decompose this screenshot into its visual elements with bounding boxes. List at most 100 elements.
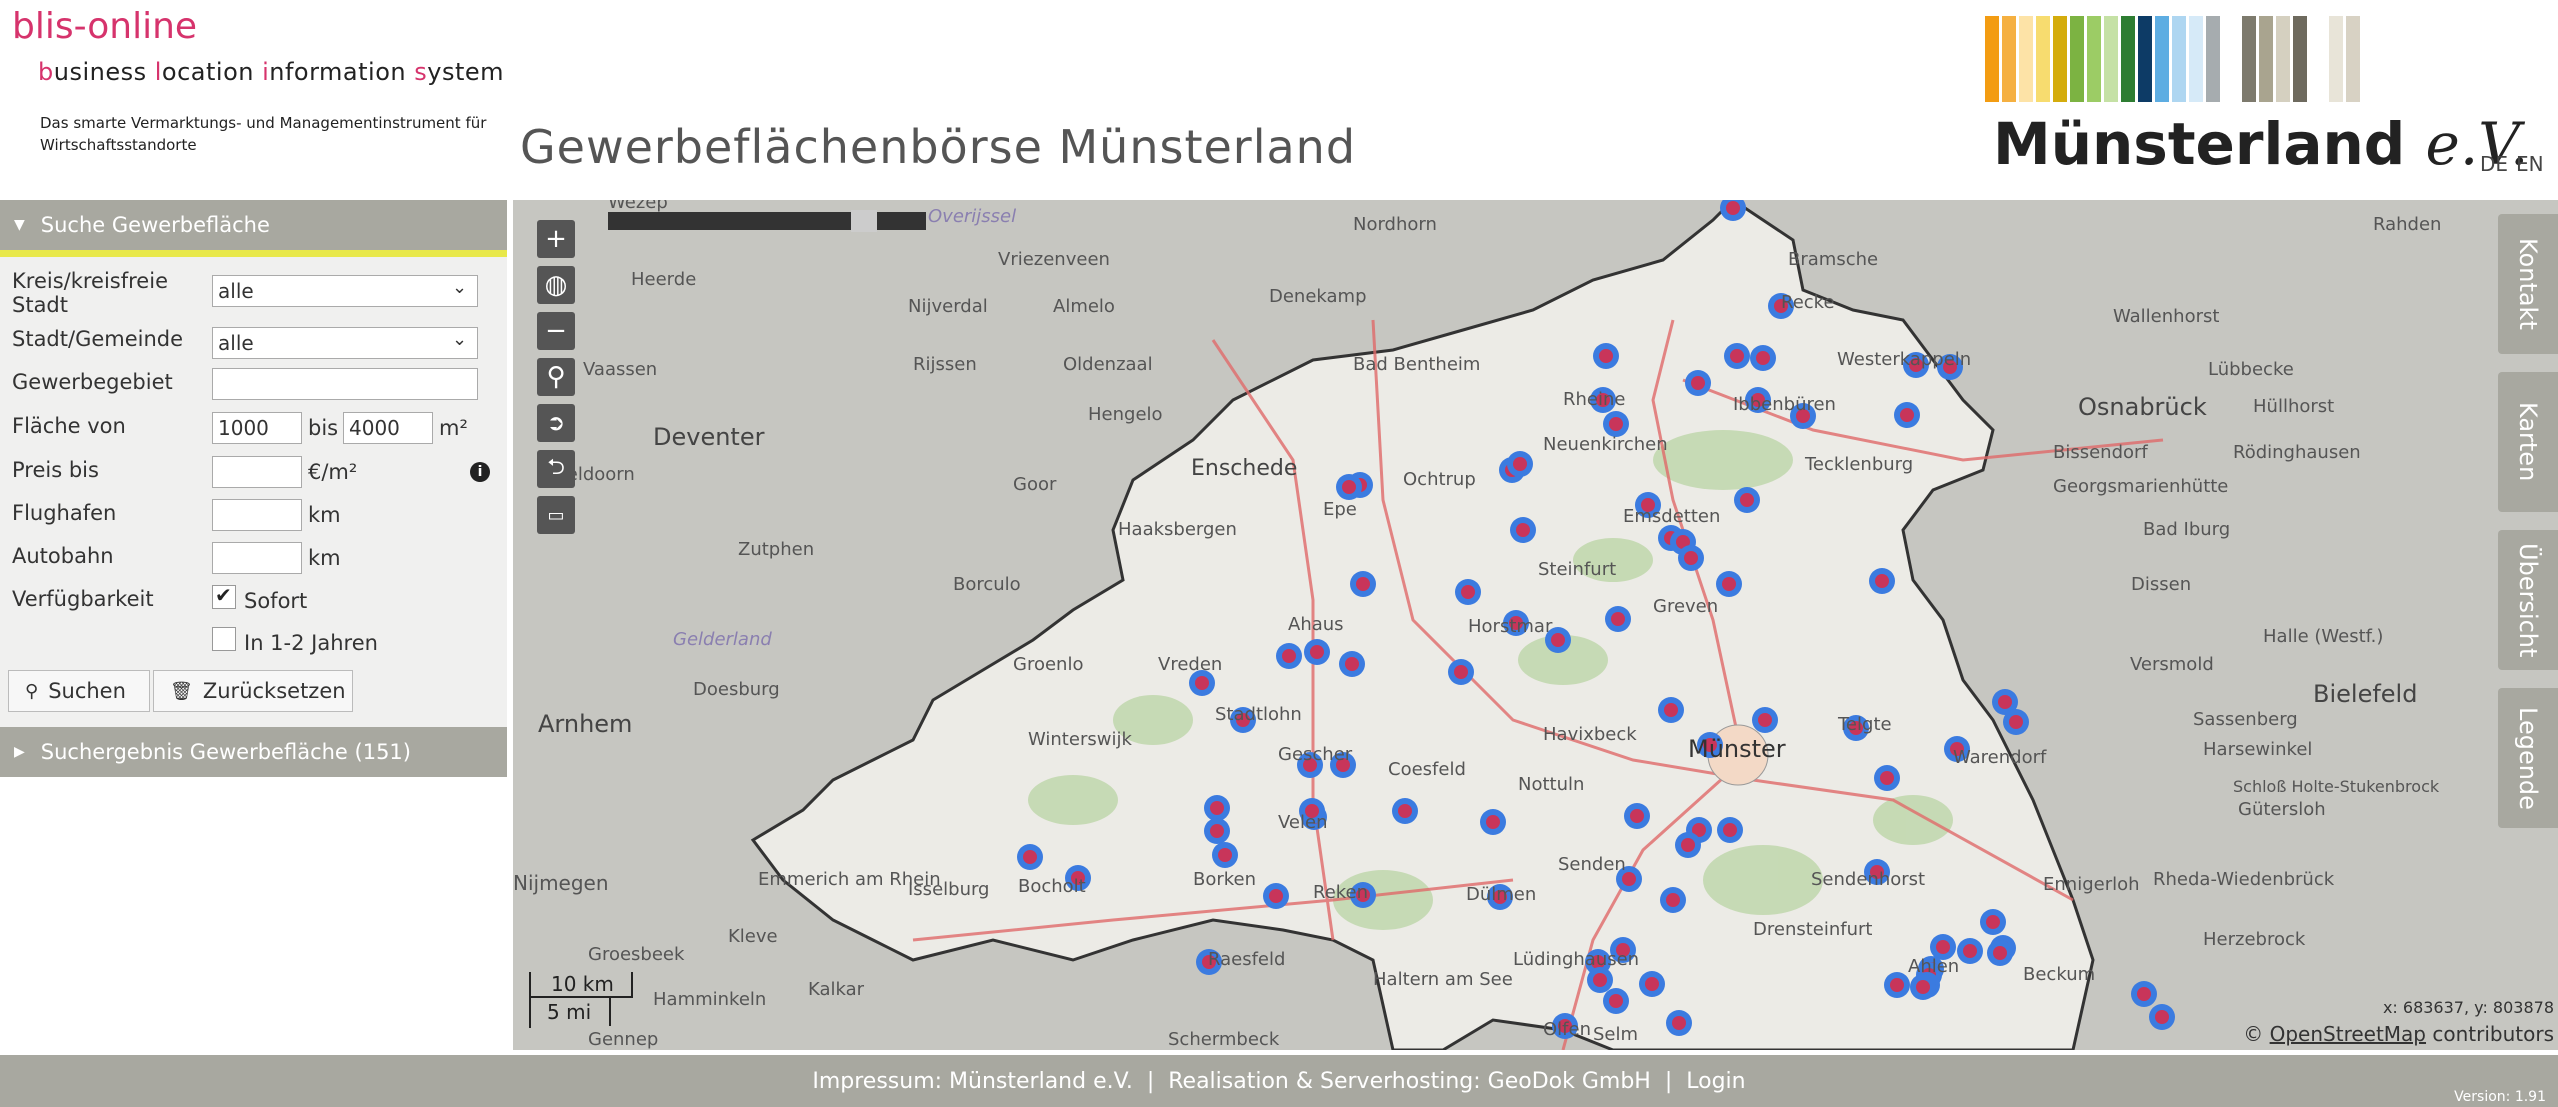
logo-title[interactable]: blis-online: [12, 6, 197, 47]
zoom-slider-knob[interactable]: [851, 210, 877, 232]
zoom-out-button[interactable]: −: [537, 312, 575, 350]
search-panel-header[interactable]: ▼ Suche Gewerbefläche: [0, 200, 507, 257]
property-marker[interactable]: [1392, 798, 1418, 824]
previous-extent-button[interactable]: ⮌: [537, 450, 575, 488]
lang-en-link[interactable]: EN: [2516, 152, 2544, 176]
property-marker[interactable]: [1624, 803, 1650, 829]
map-view[interactable]: Wezep Overijssel Nordhorn Bramsche Rahde…: [513, 200, 2558, 1050]
property-marker[interactable]: [1660, 887, 1686, 913]
property-marker[interactable]: [1884, 972, 1910, 998]
impressum-link[interactable]: Impressum: Münsterland e.V.: [812, 1069, 1132, 1094]
autobahn-input[interactable]: [212, 542, 302, 574]
zoom-slider[interactable]: [608, 210, 926, 232]
property-marker[interactable]: [2149, 1004, 2175, 1030]
property-marker[interactable]: [1980, 909, 2006, 935]
flaeche-from-input[interactable]: [212, 412, 302, 444]
property-marker[interactable]: [2003, 709, 2029, 735]
property-marker[interactable]: [1678, 545, 1704, 571]
preis-input[interactable]: [212, 456, 302, 488]
zoom-in-button[interactable]: +: [537, 220, 575, 258]
property-marker[interactable]: [1304, 639, 1330, 665]
brand-stripe: [2293, 16, 2307, 102]
property-marker[interactable]: [1639, 971, 1665, 997]
map-canvas[interactable]: Wezep Overijssel Nordhorn Bramsche Rahde…: [513, 200, 2558, 1050]
property-marker[interactable]: [1204, 818, 1230, 844]
reset-button[interactable]: 🗑 Zurücksetzen: [153, 670, 353, 712]
property-marker[interactable]: [1675, 832, 1701, 858]
marker-inner: [1461, 585, 1475, 599]
property-marker[interactable]: [1874, 765, 1900, 791]
property-marker[interactable]: [1593, 343, 1619, 369]
property-marker[interactable]: [1724, 343, 1750, 369]
brand-stripe: [1985, 16, 1999, 102]
property-marker[interactable]: [1204, 795, 1230, 821]
property-marker[interactable]: [1658, 697, 1684, 723]
tab-uebersicht[interactable]: Übersicht: [2498, 530, 2558, 670]
sofort-label: Sofort: [244, 589, 308, 613]
property-marker[interactable]: [1480, 809, 1506, 835]
place-label: Emsdetten: [1623, 506, 1720, 527]
openstreetmap-link[interactable]: OpenStreetMap: [2270, 1022, 2426, 1046]
tab-karten[interactable]: Karten: [2498, 372, 2558, 512]
property-marker[interactable]: [1339, 651, 1365, 677]
place-label: Gelderland: [673, 629, 772, 650]
results-panel-title: Suchergebnis Gewerbefläche (151): [40, 740, 411, 764]
property-marker[interactable]: [1869, 568, 1895, 594]
property-marker[interactable]: [1734, 487, 1760, 513]
property-marker[interactable]: [1017, 844, 1043, 870]
marker-inner: [1666, 893, 1680, 907]
next-extent-button[interactable]: ➲: [537, 404, 575, 442]
place-label: Almelo: [1053, 296, 1115, 317]
kreis-select[interactable]: alle: [212, 275, 478, 307]
zoom-box-button[interactable]: ⚲: [537, 358, 575, 396]
property-marker[interactable]: [1336, 474, 1362, 500]
property-marker[interactable]: [1350, 571, 1376, 597]
property-marker[interactable]: [1507, 451, 1533, 477]
property-marker[interactable]: [1276, 643, 1302, 669]
realisation-link[interactable]: Realisation & Serverhosting: GeoDok GmbH: [1168, 1069, 1651, 1094]
place-label: Groesbeek: [588, 944, 685, 965]
lang-de-link[interactable]: DE: [2480, 152, 2508, 176]
search-button-label: Suchen: [48, 679, 126, 703]
property-marker[interactable]: [1603, 988, 1629, 1014]
marker-inner: [1936, 940, 1950, 954]
brand-stripe: [2189, 16, 2203, 102]
tab-kontakt[interactable]: Kontakt: [2498, 214, 2558, 354]
flughafen-input[interactable]: [212, 499, 302, 531]
property-marker[interactable]: [1717, 817, 1743, 843]
search-button[interactable]: ⚲ Suchen: [8, 670, 150, 712]
place-label: Borculo: [953, 574, 1021, 595]
measure-button[interactable]: ▭: [537, 496, 575, 534]
zoom-extent-button[interactable]: ◍: [537, 266, 575, 304]
marker-inner: [1210, 801, 1224, 815]
property-marker[interactable]: [1752, 707, 1778, 733]
results-panel-header[interactable]: ▶ Suchergebnis Gewerbefläche (151): [0, 727, 507, 777]
property-marker[interactable]: [1605, 606, 1631, 632]
in-1-2-jahren-checkbox[interactable]: [212, 627, 236, 651]
version-label: Version: 1.91: [2454, 1089, 2546, 1105]
sofort-checkbox[interactable]: [212, 583, 236, 609]
property-marker[interactable]: [1510, 517, 1536, 543]
property-marker[interactable]: [1666, 1010, 1692, 1036]
property-marker[interactable]: [1987, 940, 2013, 966]
stadt-select[interactable]: alle: [212, 327, 478, 359]
property-marker[interactable]: [1716, 571, 1742, 597]
autobahn-label: Autobahn: [12, 544, 114, 568]
tab-legende[interactable]: Legende: [2498, 688, 2558, 828]
info-icon[interactable]: i: [470, 462, 490, 482]
property-marker[interactable]: [1212, 842, 1238, 868]
property-marker[interactable]: [1957, 938, 1983, 964]
property-marker[interactable]: [1910, 974, 1936, 1000]
property-marker[interactable]: [1448, 659, 1474, 685]
login-link[interactable]: Login: [1686, 1069, 1745, 1094]
property-marker[interactable]: [1685, 370, 1711, 396]
property-marker[interactable]: [1455, 579, 1481, 605]
property-marker[interactable]: [1263, 883, 1289, 909]
property-marker[interactable]: [1894, 402, 1920, 428]
marker-inner: [1986, 915, 2000, 929]
gewerbegebiet-input[interactable]: [212, 368, 478, 400]
property-marker[interactable]: [1750, 345, 1776, 371]
property-marker[interactable]: [2131, 981, 2157, 1007]
property-marker[interactable]: [1587, 967, 1613, 993]
flaeche-to-input[interactable]: [343, 412, 433, 444]
